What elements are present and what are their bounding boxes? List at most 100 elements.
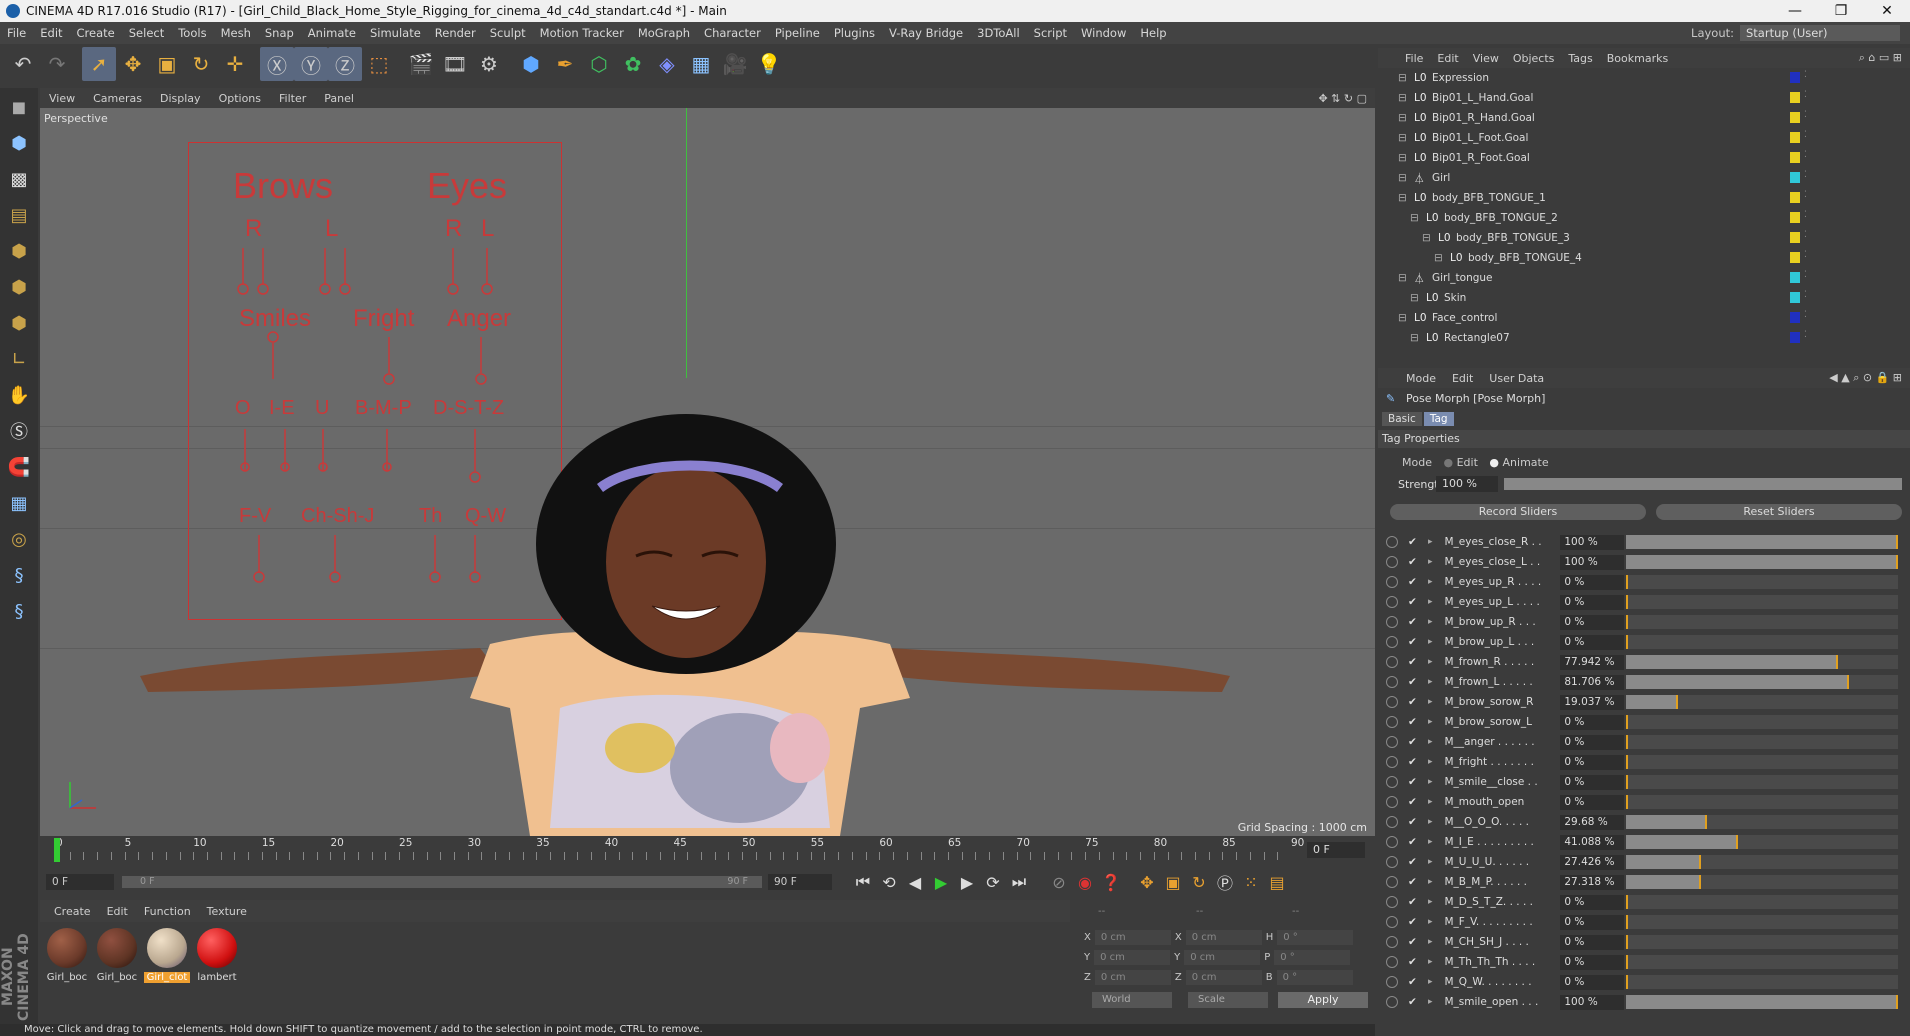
enable-checkbox[interactable]: ✔ <box>1408 916 1422 928</box>
expand-arrow-icon[interactable]: ▸ <box>1428 557 1433 567</box>
enable-checkbox[interactable]: ✔ <box>1408 636 1422 648</box>
pose-slider[interactable] <box>1626 595 1898 609</box>
key-parameter-icon[interactable]: Ⓟ <box>1212 869 1238 895</box>
material-swatch[interactable]: lambert <box>194 928 240 998</box>
layer-color-swatch[interactable] <box>1790 132 1800 143</box>
expand-arrow-icon[interactable]: ▸ <box>1428 997 1433 1007</box>
expand-arrow-icon[interactable]: ▸ <box>1428 897 1433 907</box>
objects-menu-bookmarks[interactable]: Bookmarks <box>1600 52 1675 65</box>
x-axis-icon[interactable]: Ⓧ <box>260 47 294 81</box>
tab-tag[interactable]: Tag <box>1423 412 1454 426</box>
menu-select[interactable]: Select <box>122 26 171 40</box>
object-row[interactable]: ⊟ L0 Skin ⁚ <box>1378 288 1898 308</box>
pose-slider[interactable] <box>1626 875 1898 889</box>
layer-color-swatch[interactable] <box>1790 192 1800 203</box>
camera-icon[interactable]: 🎥 <box>718 47 752 81</box>
expand-toggle-icon[interactable]: ⊟ <box>1410 292 1419 304</box>
menu-file[interactable]: File <box>0 26 33 40</box>
visibility-dots-icon[interactable]: ⁚ <box>1804 130 1807 140</box>
pose-value-field[interactable]: 100 % <box>1560 554 1625 570</box>
expand-arrow-icon[interactable]: ▸ <box>1428 937 1433 947</box>
object-row[interactable]: ⊟ L0 body_BFB_TONGUE_4 ⁚ <box>1378 248 1898 268</box>
enable-checkbox[interactable]: ✔ <box>1408 776 1422 788</box>
minimize-button[interactable]: — <box>1772 3 1818 19</box>
object-row[interactable]: ⊟ L0 Bip01_R_Hand.Goal ⁚ <box>1378 108 1898 128</box>
object-row[interactable]: ⊟ L0 Face_control ⁚ <box>1378 308 1898 328</box>
pose-value-field[interactable]: 0 % <box>1560 934 1625 950</box>
pose-slider[interactable] <box>1626 815 1898 829</box>
animate-dot-icon[interactable] <box>1386 776 1398 788</box>
animate-dot-icon[interactable] <box>1386 656 1398 668</box>
layout-dropdown[interactable]: Startup (User) <box>1740 25 1900 41</box>
expand-toggle-icon[interactable]: ⊟ <box>1434 252 1443 264</box>
live-selection-icon[interactable]: ➚ <box>82 47 116 81</box>
animate-dot-icon[interactable] <box>1386 836 1398 848</box>
pose-slider[interactable] <box>1626 655 1898 669</box>
animate-dot-icon[interactable] <box>1386 936 1398 948</box>
autokeying-icon[interactable]: ◉ <box>1072 869 1098 895</box>
position-x-field[interactable]: 0 cm <box>1094 930 1171 945</box>
model-mode-icon[interactable]: ⬢ <box>2 126 36 160</box>
menu-pipeline[interactable]: Pipeline <box>768 26 827 40</box>
pose-slider[interactable] <box>1626 935 1898 949</box>
viewport-navigation-icons[interactable]: ✥ ⇅ ↻ ▢ <box>1318 92 1375 105</box>
cube-icon[interactable]: ⬢ <box>514 47 548 81</box>
pose-value-field[interactable]: 27.426 % <box>1560 854 1625 870</box>
expand-toggle-icon[interactable]: ⊟ <box>1398 112 1407 124</box>
pose-value-field[interactable]: 77.942 % <box>1560 654 1625 670</box>
object-row[interactable]: ⊟ L0 Bip01_R_Foot.Goal ⁚ <box>1378 148 1898 168</box>
enable-checkbox[interactable]: ✔ <box>1408 736 1422 748</box>
pose-value-field[interactable]: 29.68 % <box>1560 814 1625 830</box>
size-z-field[interactable]: 0 cm <box>1185 970 1262 985</box>
animate-dot-icon[interactable] <box>1386 876 1398 888</box>
animate-dot-icon[interactable] <box>1386 556 1398 568</box>
layer-color-swatch[interactable] <box>1790 272 1800 283</box>
animate-dot-icon[interactable] <box>1386 856 1398 868</box>
animate-dot-icon[interactable] <box>1386 816 1398 828</box>
material-swatch[interactable]: Girl_clot <box>144 928 190 998</box>
expand-toggle-icon[interactable]: ⊟ <box>1398 272 1407 284</box>
object-row[interactable]: ⊟ ⏃ Girl ⁚ <box>1378 168 1898 188</box>
pose-value-field[interactable]: 0 % <box>1560 954 1625 970</box>
enable-checkbox[interactable]: ✔ <box>1408 696 1422 708</box>
menu-help[interactable]: Help <box>1133 26 1173 40</box>
render-settings-icon[interactable]: ⚙ <box>472 47 506 81</box>
pose-slider[interactable] <box>1626 735 1898 749</box>
expand-arrow-icon[interactable]: ▸ <box>1428 617 1433 627</box>
menu-snap[interactable]: Snap <box>258 26 301 40</box>
pose-slider[interactable] <box>1626 975 1898 989</box>
tweak-icon[interactable]: ✋ <box>2 378 36 412</box>
attributes-menu-edit[interactable]: Edit <box>1444 372 1481 385</box>
pose-value-field[interactable]: 0 % <box>1560 574 1625 590</box>
layer-color-swatch[interactable] <box>1790 332 1800 343</box>
viewport-menu-panel[interactable]: Panel <box>315 92 363 105</box>
pose-value-field[interactable]: 100 % <box>1560 534 1625 550</box>
material-menu-create[interactable]: Create <box>46 905 99 918</box>
material-menu-edit[interactable]: Edit <box>99 905 136 918</box>
layer-color-swatch[interactable] <box>1790 172 1800 183</box>
expand-arrow-icon[interactable]: ▸ <box>1428 717 1433 727</box>
pose-slider[interactable] <box>1626 955 1898 969</box>
pose-value-field[interactable]: 19.037 % <box>1560 694 1625 710</box>
expand-toggle-icon[interactable]: ⊟ <box>1398 312 1407 324</box>
apply-button[interactable]: Apply <box>1278 992 1368 1008</box>
menu-tools[interactable]: Tools <box>171 26 213 40</box>
polygons-mode-icon[interactable]: ⬢ <box>2 306 36 340</box>
layer-color-swatch[interactable] <box>1790 112 1800 123</box>
pose-value-field[interactable]: 0 % <box>1560 794 1625 810</box>
transform-icon[interactable]: ✛ <box>218 47 252 81</box>
next-frame-icon[interactable]: ▶ <box>954 869 980 895</box>
viewport-menu-display[interactable]: Display <box>151 92 210 105</box>
pose-slider[interactable] <box>1626 575 1898 589</box>
undo-icon[interactable]: ↶ <box>6 47 40 81</box>
material-swatch[interactable]: Girl_boc <box>94 928 140 998</box>
animate-dot-icon[interactable] <box>1386 916 1398 928</box>
pose-slider[interactable] <box>1626 635 1898 649</box>
menu-mograph[interactable]: MoGraph <box>631 26 697 40</box>
key-scale-icon[interactable]: ▣ <box>1160 869 1186 895</box>
pose-slider[interactable] <box>1626 835 1898 849</box>
python-script-icon[interactable]: § <box>2 594 36 628</box>
enable-checkbox[interactable]: ✔ <box>1408 976 1422 988</box>
material-menu-texture[interactable]: Texture <box>199 905 255 918</box>
pose-value-field[interactable]: 0 % <box>1560 734 1625 750</box>
